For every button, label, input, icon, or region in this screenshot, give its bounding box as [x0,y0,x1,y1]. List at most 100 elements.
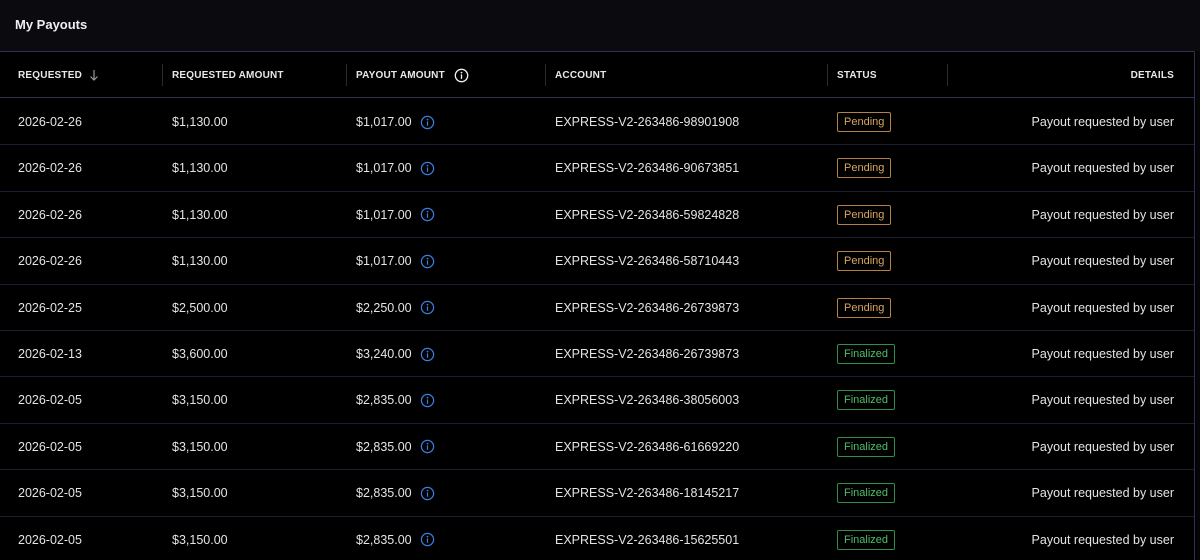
status-cell: Finalized [837,331,896,377]
column-divider [346,64,347,86]
arrow-down-icon[interactable] [89,69,99,81]
payout-amount-cell: $2,835.00 [356,377,435,423]
status-cell: Pending [837,192,892,238]
status-cell: Finalized [837,424,896,470]
payout-amount-cell: $2,835.00 [356,517,435,560]
account-cell: EXPRESS-V2-263486-58710443 [555,254,740,269]
payout-amount-value: $1,017.00 [356,207,412,222]
details-cell: Payout requested by user [1031,532,1174,547]
payout-amount-value: $2,835.00 [356,486,412,501]
info-circle-icon[interactable] [420,207,435,222]
requested-date-cell: 2026-02-26 [18,254,82,269]
requested-amount-cell: $1,130.00 [172,254,228,269]
payout-amount-value: $2,835.00 [356,532,412,547]
account-cell: EXPRESS-V2-263486-18145217 [555,486,740,501]
requested-amount-cell: $3,150.00 [172,486,228,501]
info-circle-icon[interactable] [454,68,469,83]
status-badge: Pending [837,204,892,225]
info-circle-icon[interactable] [420,486,435,501]
requested-date-cell: 2026-02-05 [18,393,82,408]
details-cell: Payout requested by user [1031,300,1174,315]
payout-amount-value: $1,017.00 [356,254,412,269]
status-badge: Pending [837,112,892,132]
requested-amount-cell: $1,130.00 [172,115,228,129]
requested-date-cell: 2026-02-25 [18,300,82,315]
info-circle-icon[interactable] [420,115,435,130]
info-circle-icon[interactable] [420,393,435,408]
payout-amount-value: $2,835.00 [356,439,412,454]
column-header-label: STATUS [837,69,877,81]
payout-amount-cell: $1,017.00 [356,192,435,238]
requested-amount-cell: $1,130.00 [172,207,228,222]
table-row[interactable]: 2026-02-05 $3,150.00 $2,835.00 EXPRESS-V… [0,517,1194,560]
requested-amount-cell: $1,130.00 [172,161,228,176]
table-header: REQUESTED REQUESTED AMOUNT PAYOUT AMOUNT… [0,52,1194,98]
table-row[interactable]: 2026-02-25 $2,500.00 $2,250.00 EXPRESS-V… [0,285,1194,331]
column-header-status[interactable]: STATUS [827,52,877,98]
column-header-details[interactable]: DETAILS [947,52,1174,98]
account-cell: EXPRESS-V2-263486-61669220 [555,439,740,454]
payout-amount-cell: $2,250.00 [356,285,435,331]
account-cell: EXPRESS-V2-263486-26739873 [555,347,740,361]
table-row[interactable]: 2026-02-05 $3,150.00 $2,835.00 EXPRESS-V… [0,470,1194,517]
info-circle-icon[interactable] [420,300,435,315]
requested-date-cell: 2026-02-26 [18,161,82,176]
status-cell: Pending [837,145,892,191]
table-row[interactable]: 2026-02-26 $1,130.00 $1,017.00 EXPRESS-V… [0,192,1194,239]
payout-amount-cell: $2,835.00 [356,470,435,516]
table-row[interactable]: 2026-02-26 $1,130.00 $1,017.00 EXPRESS-V… [0,99,1194,146]
column-header-label: REQUESTED [18,69,83,81]
details-cell: Payout requested by user [1031,393,1174,408]
status-badge: Pending [837,251,892,272]
requested-date-cell: 2026-02-05 [18,439,82,454]
column-header-payout-amount[interactable]: PAYOUT AMOUNT [346,52,469,98]
details-cell: Payout requested by user [1031,347,1174,361]
payouts-table: REQUESTED REQUESTED AMOUNT PAYOUT AMOUNT… [0,51,1195,560]
column-header-requested-amount[interactable]: REQUESTED AMOUNT [162,52,284,98]
info-circle-icon[interactable] [420,532,435,547]
table-row[interactable]: 2026-02-26 $1,130.00 $1,017.00 EXPRESS-V… [0,145,1194,192]
account-cell: EXPRESS-V2-263486-59824828 [555,207,740,222]
column-header-account[interactable]: ACCOUNT [545,52,606,98]
column-divider [827,64,828,86]
status-cell: Finalized [837,470,896,516]
table-row[interactable]: 2026-02-26 $1,130.00 $1,017.00 EXPRESS-V… [0,238,1194,285]
status-cell: Finalized [837,377,896,423]
column-header-label: DETAILS [1130,69,1174,81]
info-circle-icon[interactable] [420,254,435,269]
info-circle-icon[interactable] [420,439,435,454]
page-header: My Payouts [0,0,1200,51]
column-header-requested[interactable]: REQUESTED [18,52,99,98]
status-cell: Pending [837,238,892,284]
table-row[interactable]: 2026-02-05 $3,150.00 $2,835.00 EXPRESS-V… [0,424,1194,471]
info-circle-icon[interactable] [420,161,435,176]
scrollbar[interactable] [1196,51,1200,560]
details-cell: Payout requested by user [1031,486,1174,501]
payout-amount-cell: $2,835.00 [356,424,435,470]
table-row[interactable]: 2026-02-13 $3,600.00 $3,240.00 EXPRESS-V… [0,331,1194,378]
table-row[interactable]: 2026-02-05 $3,150.00 $2,835.00 EXPRESS-V… [0,377,1194,424]
column-header-label: PAYOUT AMOUNT [356,69,445,81]
payout-amount-value: $2,250.00 [356,300,412,315]
requested-amount-cell: $3,150.00 [172,393,228,408]
payout-amount-cell: $1,017.00 [356,99,435,145]
details-cell: Payout requested by user [1031,161,1174,176]
requested-date-cell: 2026-02-26 [18,115,82,129]
status-badge: Finalized [837,390,896,411]
status-badge: Pending [837,297,892,318]
payout-amount-cell: $1,017.00 [356,145,435,191]
account-cell: EXPRESS-V2-263486-26739873 [555,300,740,315]
requested-amount-cell: $3,150.00 [172,439,228,454]
account-cell: EXPRESS-V2-263486-98901908 [555,115,740,129]
requested-date-cell: 2026-02-05 [18,532,82,547]
status-badge: Finalized [837,483,896,504]
status-badge: Pending [837,158,892,179]
column-divider [162,64,163,86]
status-badge: Finalized [837,529,896,550]
info-circle-icon[interactable] [420,347,435,362]
column-divider [947,64,948,86]
account-cell: EXPRESS-V2-263486-38056003 [555,393,740,408]
page-title: My Payouts [15,17,88,32]
requested-amount-cell: $3,150.00 [172,532,228,547]
status-cell: Finalized [837,517,896,560]
